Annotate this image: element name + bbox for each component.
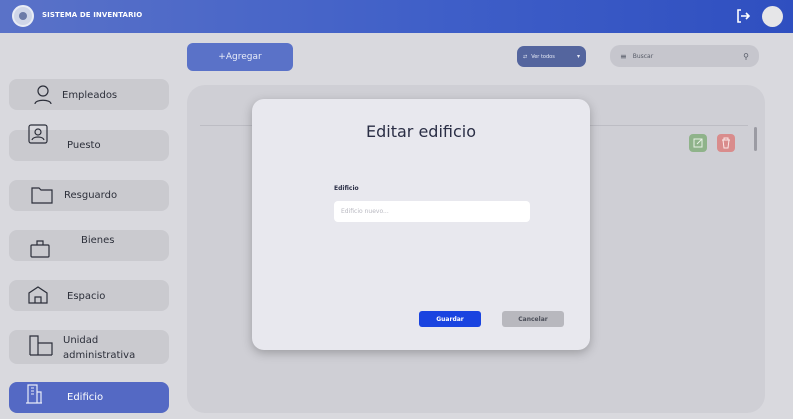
user-avatar-icon[interactable] xyxy=(762,6,783,27)
sidebar-item-label: Espacio xyxy=(67,291,106,302)
top-bar: SISTEMA DE INVENTARIO xyxy=(0,0,793,33)
sidebar-item-label: Edificio xyxy=(67,392,104,403)
search-placeholder: Buscar xyxy=(632,52,654,60)
menu-icon: ≡ xyxy=(620,51,627,61)
chevron-down-icon: ▾ xyxy=(576,53,580,60)
folder-icon xyxy=(31,187,53,204)
sidebar-item-resguardo[interactable]: Resguardo xyxy=(9,180,169,211)
sidebar-item-label: Bienes xyxy=(81,235,115,246)
logout-icon[interactable] xyxy=(735,8,751,24)
add-button[interactable]: +Agregar xyxy=(187,43,293,71)
edit-building-dialog: Editar edificio Edificio Guardar Cancela… xyxy=(252,99,590,350)
app-title: SISTEMA DE INVENTARIO xyxy=(42,11,143,19)
sidebar-item-label: Puesto xyxy=(67,140,101,151)
save-button[interactable]: Guardar xyxy=(419,311,481,327)
building-icon xyxy=(29,335,53,356)
sidebar-item-edificio[interactable]: Edificio xyxy=(9,382,169,413)
tower-icon xyxy=(26,384,42,404)
dialog-title: Editar edificio xyxy=(365,122,476,141)
sidebar-item-label: Empleados xyxy=(62,90,118,101)
briefcase-icon xyxy=(30,240,50,258)
swap-icon: ⇄ xyxy=(523,53,528,60)
seal-logo-icon xyxy=(12,5,34,27)
filter-label: Ver todos xyxy=(531,53,555,60)
sidebar-item-label: Unidad administrativa xyxy=(63,335,136,361)
edit-icon[interactable] xyxy=(689,134,707,152)
search-input[interactable]: ≡ Buscar ⚲ xyxy=(610,45,759,67)
house-icon xyxy=(28,286,48,304)
trash-icon[interactable] xyxy=(717,134,735,152)
sidebar-item-espacio[interactable]: Espacio xyxy=(9,280,169,311)
sidebar-item-unidad-administrativa[interactable]: Unidad administrativa xyxy=(9,330,169,364)
scrollbar[interactable] xyxy=(754,127,757,151)
sidebar-item-empleados[interactable]: Empleados xyxy=(9,79,169,110)
id-card-icon xyxy=(28,124,48,144)
sidebar-item-bienes[interactable]: Bienes xyxy=(9,230,169,261)
building-field-label: Edificio xyxy=(334,185,359,192)
person-icon xyxy=(34,85,52,105)
filter-dropdown[interactable]: ⇄ Ver todos ▾ xyxy=(517,46,586,67)
search-icon[interactable]: ⚲ xyxy=(743,52,749,61)
sidebar-item-label: Resguardo xyxy=(64,190,118,201)
cancel-button[interactable]: Cancelar xyxy=(502,311,564,327)
sidebar-item-puesto[interactable]: Puesto xyxy=(9,124,169,161)
building-name-input[interactable] xyxy=(334,201,530,222)
